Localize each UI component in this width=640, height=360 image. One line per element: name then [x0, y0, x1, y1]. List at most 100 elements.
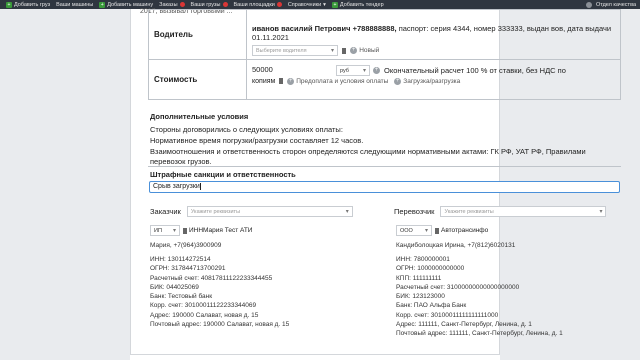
chevron-down-icon: ▾: [599, 209, 603, 215]
carrier-contact: Кандиболоцкая Ирина, +7(812)6020131: [396, 242, 516, 249]
nav-label: Отдел качества: [595, 1, 636, 8]
prepayment-label: Предоплата и условия оплаты: [296, 78, 389, 86]
notification-badge: [179, 2, 185, 7]
carrier-detail-line: БИК: 123123000: [396, 293, 445, 301]
carrier-detail-line: Расчетный счет: 31000000000000000000: [396, 283, 520, 291]
cost-value-cell: 50000 руб ▾ + Окончательный расчет 100 % …: [246, 59, 621, 100]
driver-label-cell: Водитель: [148, 9, 247, 60]
nav-add-truck[interactable]: + Добавить машину: [99, 1, 154, 8]
chevron-down-icon: ▾: [330, 48, 334, 54]
carrier-form-value: ООО: [400, 228, 413, 234]
penalties-input[interactable]: Срыв загрузки: [149, 181, 620, 193]
nav-label: Ваши площадки: [233, 1, 275, 8]
nav-quality-dept[interactable]: Отдел качества: [585, 1, 636, 8]
customer-detail-line: Почтовый адрес: 190000 Салават, новая д.…: [150, 321, 290, 329]
nav-your-sites[interactable]: Ваши площадки: [234, 2, 282, 8]
cost-label-cell: Стоимость: [148, 59, 247, 100]
notification-badge: [222, 2, 228, 7]
nav-label: Добавить машину: [107, 1, 154, 8]
customer-header: Заказчик Укажите реквизиты ▾: [150, 206, 353, 217]
carrier-requisites-select[interactable]: Укажите реквизиты ▾: [440, 206, 607, 217]
customer-detail-line: Банк: Тестовый банк: [150, 293, 213, 301]
customer-detail-line: Расчетный счет: 40817811122233344455: [150, 274, 273, 282]
customer-form-select[interactable]: ИП ▾: [150, 225, 180, 236]
chevron-down-icon: ▾: [424, 228, 428, 234]
conditions-line-4: перевозок грузов.: [150, 157, 212, 166]
driver-select-placeholder: Выберите водителя: [256, 48, 307, 54]
chevron-down-icon: ▾: [172, 228, 176, 234]
nav-orders[interactable]: Заказы: [159, 2, 185, 8]
customer-detail-line: ОГРН: 317844713700291: [150, 265, 226, 273]
top-navigation-bar: + Добавить груз Ваши машины + Добавить маш…: [0, 0, 640, 9]
carrier-detail-line: ОГРН: 1000000000000: [396, 265, 465, 273]
chevron-down-icon: ▾: [323, 1, 326, 8]
customer-requisites-select[interactable]: Укажите реквизиты ▾: [186, 206, 353, 217]
carrier-name-row: ООО ▾ Автотрансинфо: [396, 225, 488, 236]
divider: [148, 166, 621, 167]
nav-add-tender[interactable]: + Добавить тендер: [331, 1, 384, 8]
carrier-label: Перевозчик: [394, 207, 435, 216]
carrier-detail-line: Адрес: 111111, Санкт-Петербург, Ленина, …: [396, 321, 532, 329]
customer-details: ИНН: 130114272514 ОГРН: 317844713700291 …: [150, 256, 289, 330]
driver-label: Водитель: [154, 30, 193, 39]
penalties-input-value: Срыв загрузки: [153, 183, 200, 190]
text-cursor: [199, 183, 201, 190]
document-icon[interactable]: [435, 227, 439, 234]
driver-name: иванов василий Петрович +788888888,: [252, 24, 397, 33]
carrier-detail-line: ИНН: 7800000001: [396, 256, 450, 263]
loading-label: Загрузка/разгрузка: [403, 78, 461, 86]
chevron-down-icon: ▾: [345, 209, 349, 215]
cost-row: Стоимость 50000 руб ▾ + Окончательный рас…: [148, 59, 621, 100]
document-icon[interactable]: [279, 78, 284, 85]
nav-references[interactable]: Справочники ▾: [288, 2, 326, 8]
nav-label: Добавить тендер: [339, 1, 384, 8]
customer-detail-line: ИНН: 130114272514: [150, 256, 211, 263]
notification-badge: [276, 2, 282, 7]
penalties-heading: Штрафные санкции и ответственность: [150, 170, 296, 179]
customer-form-value: ИП: [154, 228, 162, 234]
carrier-details: ИНН: 7800000001 ОГРН: 1000000000000 КПП:…: [396, 256, 563, 340]
carrier-detail-line: Банк: ПАО Альфа Банк: [396, 302, 467, 310]
customer-name: ИННМария Тест АТИ: [189, 227, 253, 234]
customer-name-row: ИП ▾ ИННМария Тест АТИ: [150, 225, 252, 236]
order-details-table: Водитель иванов василий Петрович +788888…: [148, 9, 621, 100]
carrier-detail-line: Корр. счет: 30100011111111111000: [396, 311, 499, 319]
currency-select[interactable]: руб ▾: [336, 65, 370, 76]
nav-add-cargo[interactable]: + Добавить груз: [6, 1, 50, 8]
document-icon[interactable]: [342, 47, 347, 54]
customer-contact: Мария, +7(964)3900909: [150, 242, 222, 249]
plus-circle-icon: +: [287, 78, 295, 85]
prepayment-button[interactable]: + Предоплата и условия оплаты: [287, 78, 388, 85]
customer-detail-line: БИК: 044025069: [150, 283, 199, 291]
conditions-heading: Дополнительные условия: [150, 112, 249, 121]
plus-circle-icon[interactable]: +: [373, 67, 380, 74]
nav-label: Справочники: [287, 1, 322, 8]
conditions-line-3: Взаимоотношения и ответственность сторон…: [150, 147, 586, 156]
customer-detail-line: Адрес: 190000 Салават, новая д. 15: [150, 311, 259, 319]
plus-circle-icon: +: [394, 78, 402, 85]
new-driver-label: Новый: [359, 47, 380, 55]
plus-icon: +: [6, 1, 12, 8]
carrier-name: Автотрансинфо: [441, 227, 489, 234]
conditions-line-2: Нормативное время погрузки/разгрузки сос…: [150, 136, 364, 145]
plus-icon: +: [99, 1, 106, 8]
cost-amount-input[interactable]: 50000: [252, 65, 336, 76]
payment-terms-cont: копиям: [252, 78, 276, 86]
nav-label: Ваши машины: [56, 1, 94, 8]
carrier-detail-line: Почтовый адрес: 111111, Санкт-Петербург,…: [396, 330, 563, 338]
nav-your-trucks[interactable]: Ваши машины: [56, 2, 93, 8]
nav-label: Ваши грузы: [190, 1, 221, 8]
loading-button[interactable]: + Загрузка/разгрузка: [394, 78, 460, 85]
document-icon[interactable]: [183, 227, 187, 234]
new-driver-button[interactable]: + Новый: [350, 47, 379, 54]
customer-select-placeholder: Укажите реквизиты: [190, 209, 241, 215]
nav-your-cargo[interactable]: Ваши грузы: [191, 2, 228, 8]
conditions-line-1: Стороны договорились о следующих условия…: [150, 125, 343, 134]
payment-terms: Окончательный расчет 100 % от ставки, бе…: [384, 66, 566, 75]
carrier-form-select[interactable]: ООО ▾: [396, 225, 432, 236]
customer-label: Заказчик: [150, 207, 181, 216]
customer-detail-line: Корр. счет: 30100011122233344069: [150, 302, 257, 310]
driver-row: Водитель иванов василий Петрович +788888…: [148, 9, 621, 60]
chevron-down-icon: ▾: [362, 68, 366, 74]
driver-select[interactable]: Выберите водителя ▾: [252, 45, 338, 56]
